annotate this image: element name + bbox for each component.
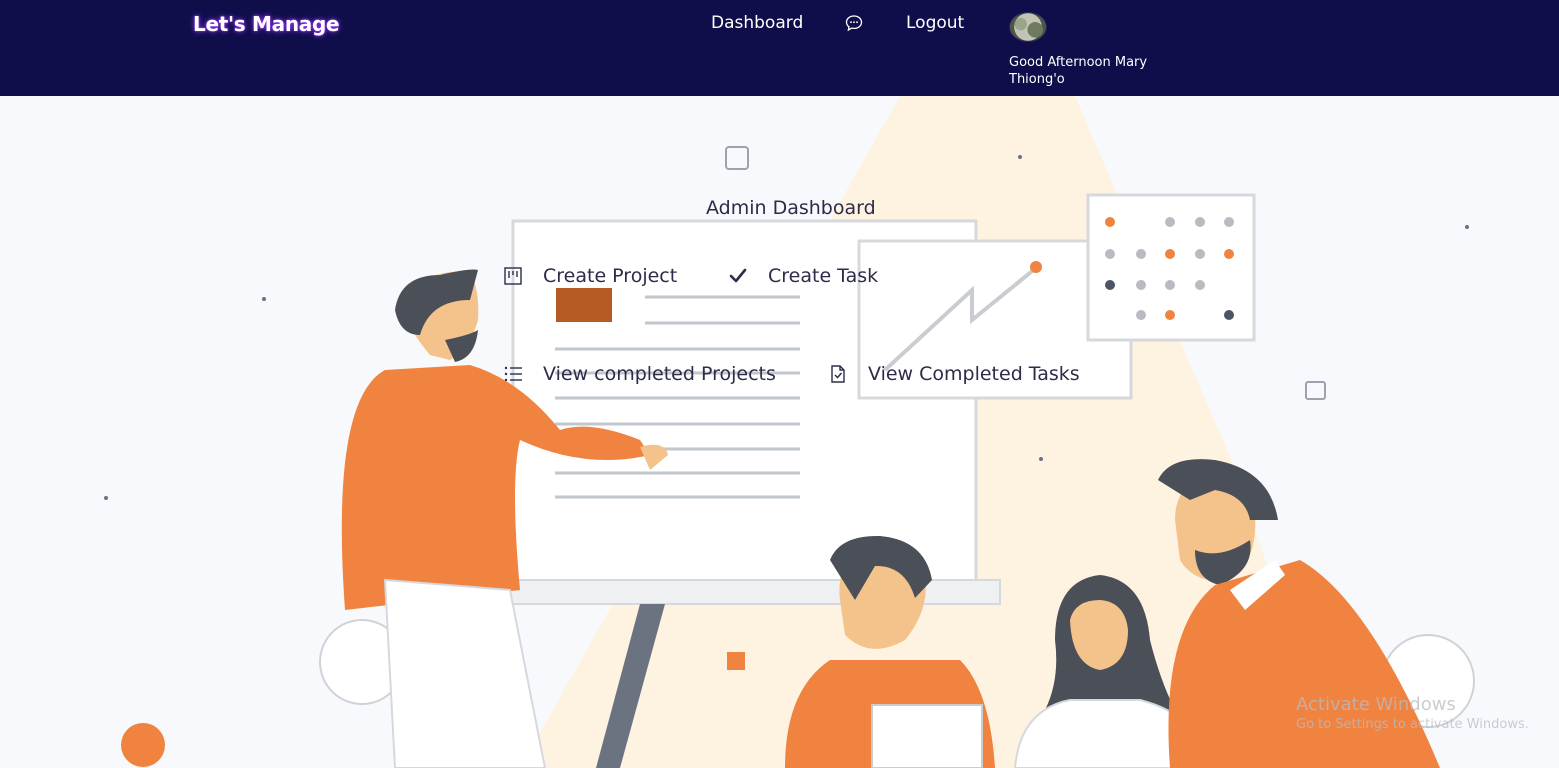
view-completed-projects-link[interactable]: View completed Projects <box>503 363 776 385</box>
windows-activation-watermark: Activate Windows Go to Settings to activ… <box>1296 694 1529 732</box>
create-task-label: Create Task <box>768 265 879 287</box>
kanban-board-icon <box>504 267 522 285</box>
view-completed-tasks-link[interactable]: View Completed Tasks <box>828 363 1080 385</box>
create-task-link[interactable]: Create Task <box>728 265 878 287</box>
chat-bubble-icon[interactable] <box>845 14 863 32</box>
watermark-subtitle: Go to Settings to activate Windows. <box>1296 717 1529 732</box>
create-project-link[interactable]: Create Project <box>503 265 677 287</box>
view-completed-projects-label: View completed Projects <box>543 363 776 385</box>
view-completed-tasks-label: View Completed Tasks <box>868 363 1080 385</box>
checkmark-icon <box>729 268 747 283</box>
user-avatar[interactable] <box>1009 12 1047 42</box>
list-icon <box>504 366 522 382</box>
watermark-title: Activate Windows <box>1296 694 1456 715</box>
nav-logout-link[interactable]: Logout <box>906 13 964 33</box>
brand-logo[interactable]: Let's Manage <box>193 12 340 36</box>
create-project-label: Create Project <box>543 265 678 287</box>
page-title: Admin Dashboard <box>706 197 876 219</box>
top-navbar: Let's Manage Dashboard Logout Good After… <box>0 0 1559 96</box>
user-greeting: Good Afternoon Mary Thiong'o <box>1009 55 1148 87</box>
file-check-icon <box>831 365 845 383</box>
nav-dashboard-link[interactable]: Dashboard <box>711 13 803 33</box>
